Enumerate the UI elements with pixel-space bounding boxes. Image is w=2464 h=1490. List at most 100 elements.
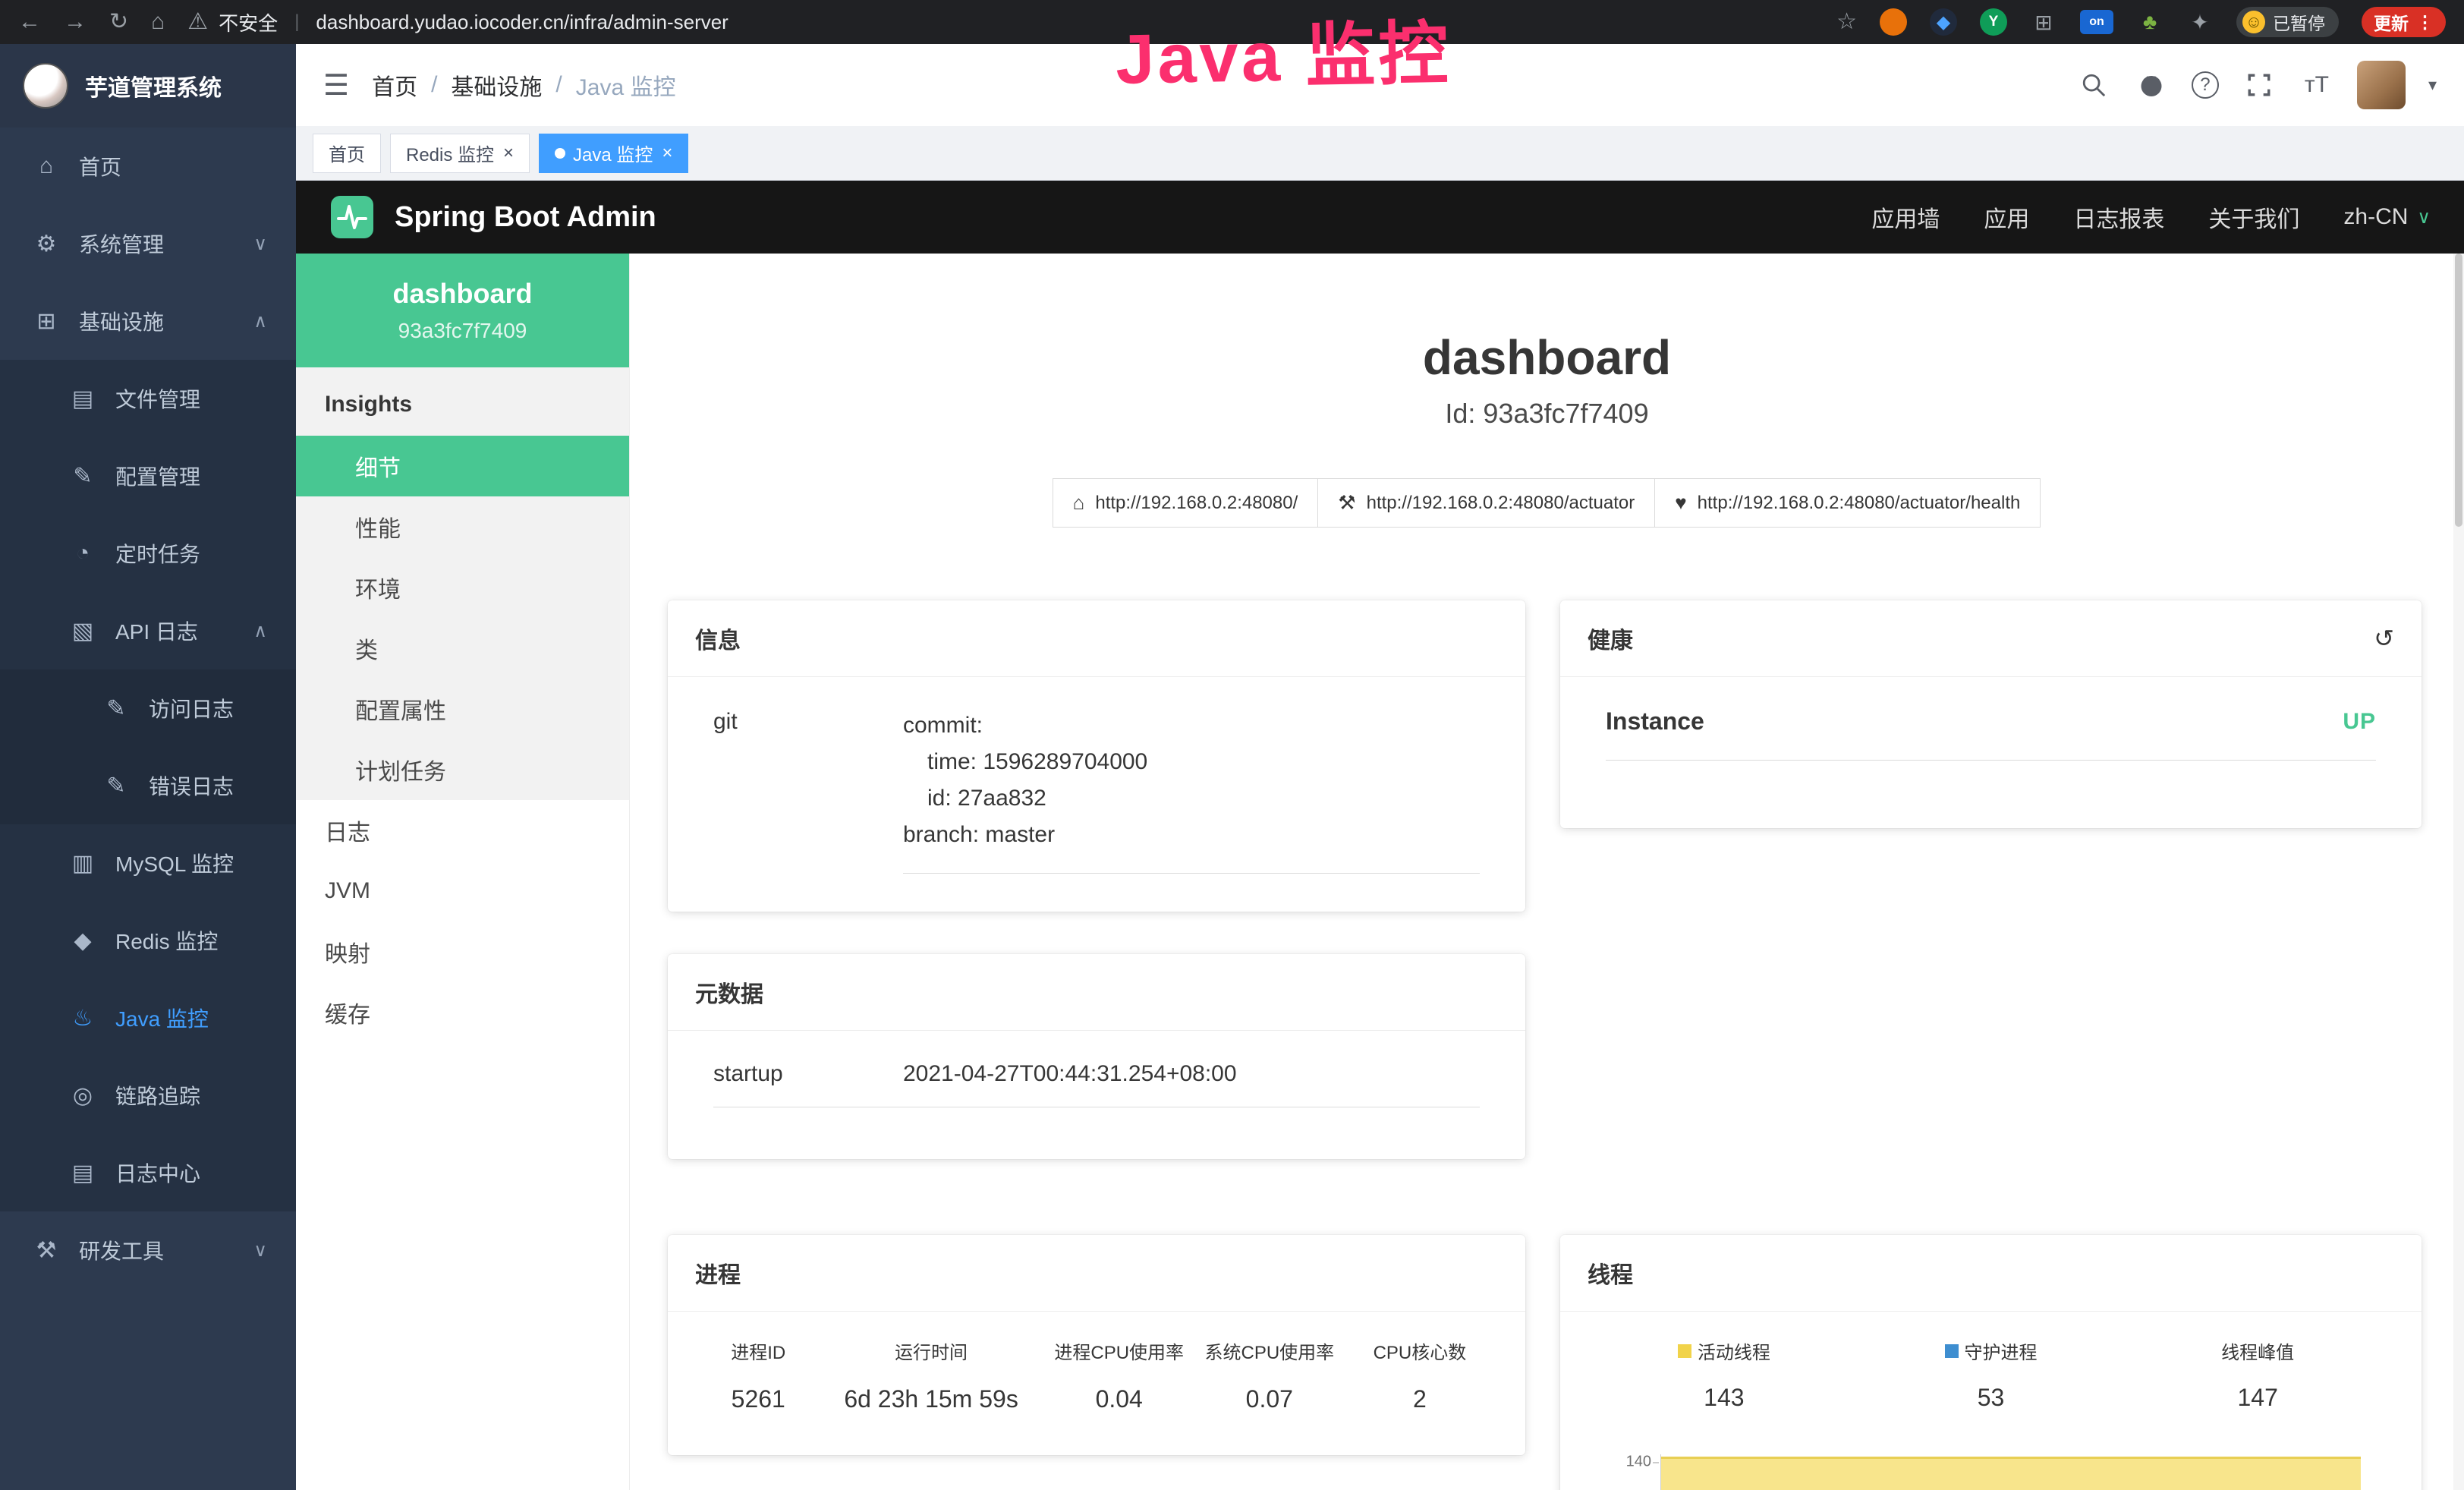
sidebar-item-api-logs[interactable]: ▧API 日志∧: [0, 592, 296, 669]
sidebar-item-config-management[interactable]: ✎配置管理: [0, 437, 296, 515]
extension-drop-icon[interactable]: ◆: [1930, 8, 1957, 36]
extension-on-badge[interactable]: on: [2080, 10, 2113, 34]
sidebar-item-log-center[interactable]: ▤日志中心: [0, 1134, 296, 1211]
main-column: ☰ 首页/基础设施/Java 监控 ? тT ▾ 首页Redis 监控×Java…: [296, 44, 2464, 1490]
tab-label: Java 监控: [573, 140, 653, 166]
chart-series-活动线程: [1661, 1457, 2361, 1490]
back-icon[interactable]: ←: [18, 11, 41, 33]
tab-Redis 监控[interactable]: Redis 监控×: [390, 134, 530, 173]
heart-icon: ♥: [1675, 491, 1686, 515]
star-icon[interactable]: ☆: [1836, 11, 1857, 33]
sba-app-block[interactable]: dashboard 93a3fc7f7409: [296, 254, 629, 367]
sba-nav-日志报表[interactable]: 日志报表: [2073, 200, 2164, 234]
close-icon[interactable]: ×: [662, 143, 672, 164]
close-icon[interactable]: ×: [503, 143, 514, 164]
breadcrumb-item: Java 监控: [576, 68, 676, 102]
cards-right-column: 健康 ↺ Instance UP: [1560, 600, 2422, 1490]
home-icon[interactable]: ⌂: [151, 11, 165, 33]
extension-y-icon[interactable]: Y: [1980, 8, 2007, 36]
instance-link[interactable]: ♥ http://192.168.0.2:48080/actuator/healt…: [1654, 478, 2041, 528]
sidebar-item-mysql-monitor[interactable]: ▥MySQL 监控: [0, 824, 296, 902]
metadata-row: startup 2021-04-27T00:44:31.254+08:00: [713, 1061, 1480, 1107]
legend-swatch-icon: [1945, 1344, 1959, 1358]
reload-icon[interactable]: ↻: [109, 11, 128, 33]
sba-group-label: Insights: [296, 367, 629, 436]
app-frame: 芋道管理系统 ⌂首页⚙系统管理∨⊞基础设施∧▤文件管理✎配置管理◔定时任务▧AP…: [0, 44, 2464, 1490]
extension-leaf-icon[interactable]: ♣: [2136, 8, 2163, 36]
paused-badge[interactable]: ☺ 已暂停: [2236, 7, 2339, 37]
font-size-icon[interactable]: тT: [2299, 72, 2334, 98]
wrench-icon: ⚒: [1338, 491, 1355, 515]
tab-首页[interactable]: 首页: [313, 134, 381, 173]
search-icon[interactable]: [2076, 72, 2111, 98]
tab-Java 监控[interactable]: Java 监控 ×: [539, 134, 688, 173]
sidebar-item-access-logs[interactable]: ✎访问日志: [0, 669, 296, 747]
process-metric-label: 系统CPU使用率: [1194, 1337, 1345, 1364]
scrollbar[interactable]: [2453, 254, 2464, 1490]
sba-nav-应用墙[interactable]: 应用墙: [1871, 200, 1940, 234]
sba-sidebar-item-环境[interactable]: 环境: [296, 557, 629, 618]
sba-sidebar-item-计划任务[interactable]: 计划任务: [296, 739, 629, 800]
sba-sidebar-item-映射[interactable]: 映射: [296, 921, 629, 982]
forward-icon[interactable]: →: [64, 11, 87, 33]
sba-nav-关于我们[interactable]: 关于我们: [2208, 200, 2299, 234]
history-icon[interactable]: ↺: [2374, 624, 2394, 653]
sba-sidebar-item-类[interactable]: 类: [296, 618, 629, 679]
breadcrumb-item[interactable]: 首页: [372, 68, 417, 102]
process-metric: 进程ID5261: [698, 1337, 818, 1413]
warning-icon: ⚠: [187, 11, 208, 33]
instance-link-url: http://192.168.0.2:48080/: [1095, 493, 1298, 514]
sba-sidebar-item-JVM[interactable]: JVM: [296, 861, 629, 921]
api-log-icon: ▧: [68, 618, 97, 644]
instance-link[interactable]: ⚒http://192.168.0.2:48080/actuator: [1317, 478, 1655, 528]
instance-link-url: http://192.168.0.2:48080/actuator/health: [1698, 493, 2021, 514]
sidebar-item-java-monitor[interactable]: ♨Java 监控: [0, 979, 296, 1057]
sidebar-item-redis-monitor[interactable]: ◆Redis 监控: [0, 902, 296, 979]
metadata-card-header: 元数据: [668, 954, 1525, 1031]
process-card: 进程 进程ID5261运行时间6d 23h 15m 59s进程CPU使用率0.0…: [668, 1235, 1525, 1455]
url-text[interactable]: dashboard.yudao.iocoder.cn/infra/admin-s…: [316, 11, 728, 34]
scrollbar-thumb[interactable]: [2455, 254, 2462, 527]
sba-sidebar-item-配置属性[interactable]: 配置属性: [296, 679, 629, 739]
sba-sidebar-item-性能[interactable]: 性能: [296, 496, 629, 557]
process-metric-value: 0.07: [1194, 1385, 1345, 1413]
sba-nav-zh-CN[interactable]: zh-CN∨: [2343, 204, 2431, 230]
sidebar-item-label: Redis 监控: [115, 925, 218, 956]
sidebar-item-infrastructure[interactable]: ⊞基础设施∧: [0, 282, 296, 360]
sba-sidebar-item-缓存[interactable]: 缓存: [296, 982, 629, 1043]
sidebar-item-home[interactable]: ⌂首页: [0, 128, 296, 205]
help-icon[interactable]: ?: [2192, 71, 2219, 99]
process-card-body: 进程ID5261运行时间6d 23h 15m 59s进程CPU使用率0.04系统…: [668, 1312, 1525, 1439]
sba-header: Spring Boot Admin 应用墙应用日志报表关于我们zh-CN∨: [296, 181, 2464, 254]
sba-sidebar-item-细节[interactable]: 细节: [296, 436, 629, 496]
sidebar-item-trace[interactable]: ◎链路追踪: [0, 1057, 296, 1134]
topbar: ☰ 首页/基础设施/Java 监控 ? тT ▾: [296, 44, 2464, 126]
sidebar-item-file-management[interactable]: ▤文件管理: [0, 360, 296, 437]
menu-dots-icon[interactable]: ⋮: [2416, 12, 2434, 33]
fullscreen-icon[interactable]: [2242, 72, 2277, 98]
user-avatar[interactable]: [2357, 61, 2406, 109]
process-metric-value: 2: [1345, 1385, 1495, 1413]
sidebar-item-system-management[interactable]: ⚙系统管理∨: [0, 205, 296, 282]
sidebar-item-dev-tools[interactable]: ⚒研发工具∨: [0, 1211, 296, 1289]
extension-puzzle-icon[interactable]: ✦: [2186, 8, 2214, 36]
sba-sidebar-item-日志[interactable]: 日志: [296, 800, 629, 861]
process-metric-value: 6d 23h 15m 59s: [818, 1385, 1043, 1413]
process-metric: 系统CPU使用率 0.07: [1194, 1337, 1345, 1413]
sba-nav-应用[interactable]: 应用: [1984, 200, 2029, 234]
extension-fox-icon[interactable]: [1880, 8, 1907, 36]
update-button[interactable]: 更新 ⋮: [2362, 7, 2446, 37]
sidebar-item-error-logs[interactable]: ✎错误日志: [0, 747, 296, 824]
nav-label: 应用: [1984, 200, 2029, 234]
extension-grid-icon[interactable]: ⊞: [2030, 8, 2057, 36]
caret-down-icon[interactable]: ▾: [2428, 75, 2437, 95]
hamburger-icon[interactable]: ☰: [323, 68, 349, 102]
sidebar-item-scheduled-tasks[interactable]: ◔定时任务: [0, 515, 296, 592]
legend-text: 线程峰值: [2221, 1337, 2294, 1364]
address-bar[interactable]: ⚠ 不安全 | dashboard.yudao.iocoder.cn/infra…: [187, 8, 729, 36]
nav-label: 应用墙: [1871, 200, 1940, 234]
github-icon[interactable]: [2134, 71, 2169, 99]
breadcrumb-item[interactable]: 基础设施: [451, 68, 542, 102]
instance-link[interactable]: ⌂http://192.168.0.2:48080/: [1053, 478, 1319, 528]
sidebar-item-label: API 日志: [115, 616, 198, 646]
